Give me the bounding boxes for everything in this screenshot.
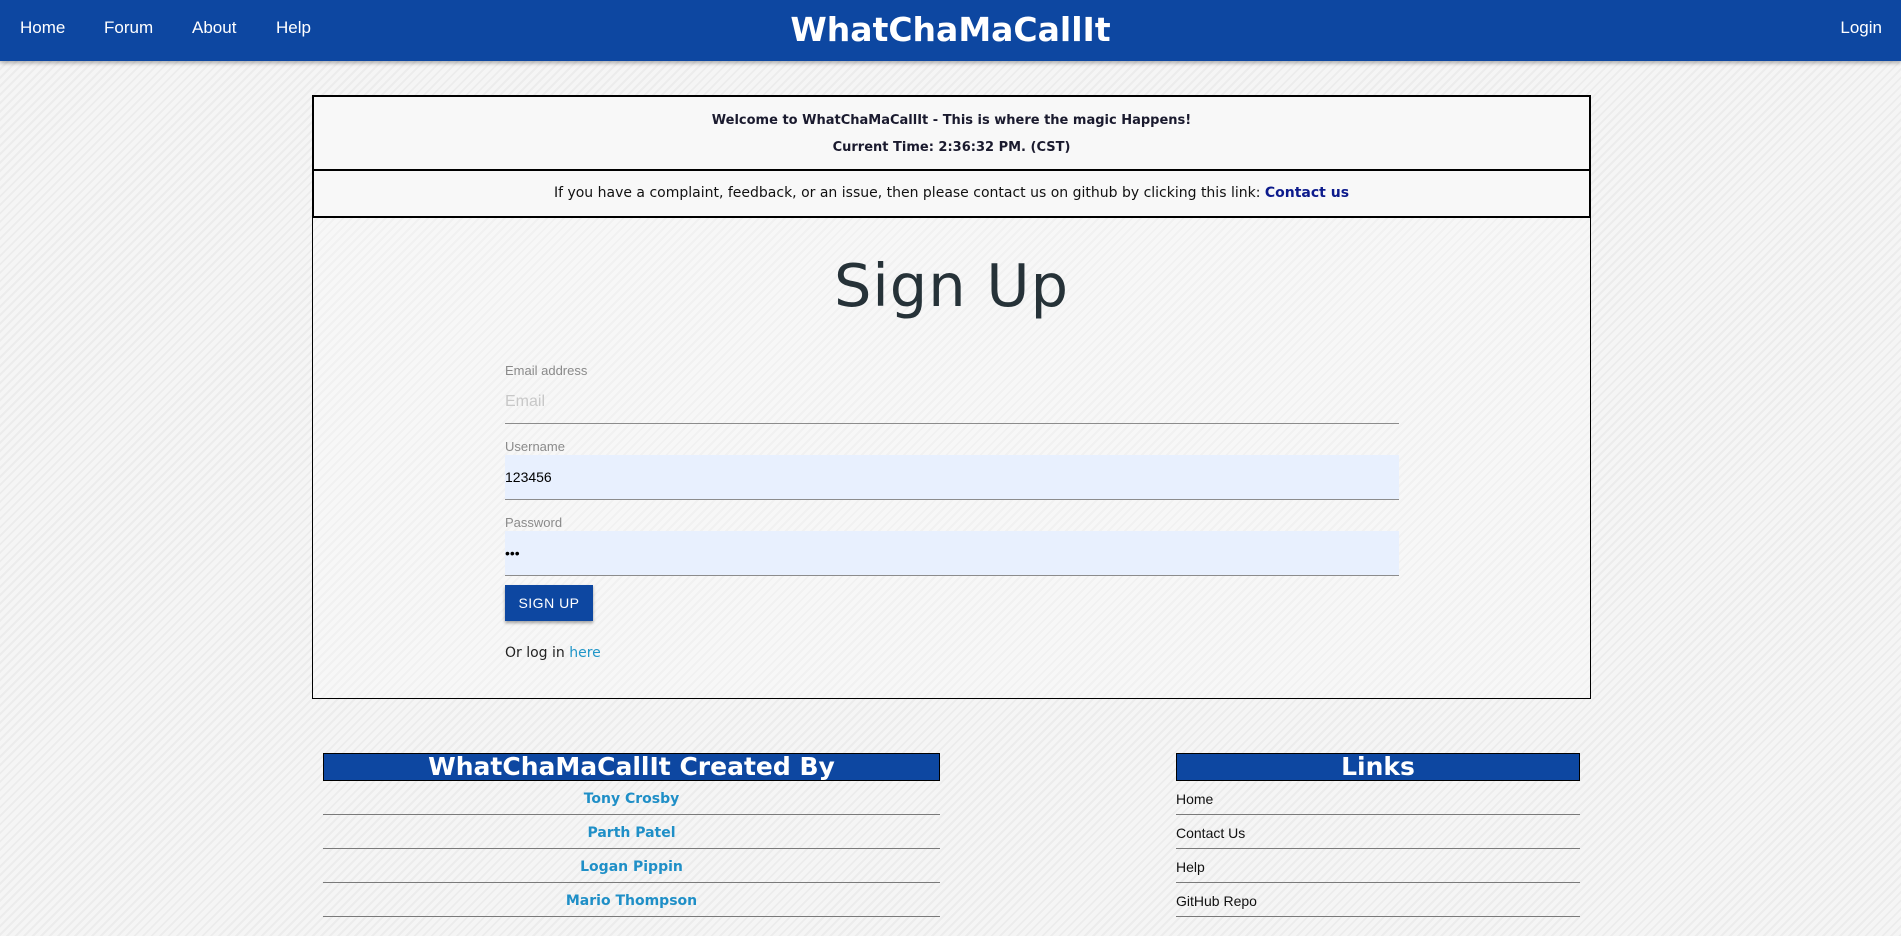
list-item: Mario Thompson bbox=[323, 883, 940, 917]
footer-github-link[interactable]: GitHub Repo bbox=[1176, 883, 1580, 919]
list-item: Home bbox=[1176, 781, 1580, 815]
links-section: Links Home Contact Us Help GitHub Repo bbox=[1176, 753, 1580, 917]
email-input[interactable] bbox=[505, 379, 1399, 424]
signup-form: Email address Username Password SIGN UP … bbox=[505, 363, 1399, 661]
list-item: GitHub Repo bbox=[1176, 883, 1580, 917]
current-time: Current Time: 2:36:32 PM. (CST) bbox=[832, 140, 1071, 155]
creator-link[interactable]: Parth Patel bbox=[323, 815, 940, 851]
email-label: Email address bbox=[505, 363, 588, 378]
password-input[interactable] bbox=[505, 531, 1399, 576]
nav-home-link[interactable]: Home bbox=[20, 0, 65, 61]
creator-link[interactable]: Tony Crosby bbox=[323, 781, 940, 817]
creators-section: WhatChaMaCallIt Created By Tony Crosby P… bbox=[323, 753, 940, 917]
footer-help-link[interactable]: Help bbox=[1176, 849, 1580, 885]
login-here-link[interactable]: here bbox=[569, 645, 601, 661]
contact-bar: If you have a complaint, feedback, or an… bbox=[312, 171, 1591, 218]
brand-logo-text[interactable]: WhatChaMaCallIt bbox=[790, 10, 1110, 49]
list-item: Parth Patel bbox=[323, 815, 940, 849]
footer-contact-link[interactable]: Contact Us bbox=[1176, 815, 1580, 851]
login-prompt: Or log in here bbox=[505, 645, 1399, 661]
welcome-banner: Welcome to WhatChaMaCallIt - This is whe… bbox=[312, 95, 1591, 171]
list-item: Tony Crosby bbox=[323, 781, 940, 815]
password-field-group: Password bbox=[505, 515, 1399, 576]
signup-title: Sign Up bbox=[833, 251, 1070, 320]
links-heading: Links bbox=[1176, 753, 1580, 781]
list-item: Help bbox=[1176, 849, 1580, 883]
signup-card: Sign Up Email address Username Password … bbox=[312, 218, 1591, 699]
creator-link[interactable]: Logan Pippin bbox=[323, 849, 940, 885]
nav-help-link[interactable]: Help bbox=[276, 0, 311, 61]
welcome-message: Welcome to WhatChaMaCallIt - This is whe… bbox=[711, 113, 1192, 128]
creators-heading: WhatChaMaCallIt Created By bbox=[323, 753, 940, 781]
list-item: Logan Pippin bbox=[323, 849, 940, 883]
footer-links-list: Home Contact Us Help GitHub Repo bbox=[1176, 781, 1580, 917]
footer-home-link[interactable]: Home bbox=[1176, 781, 1580, 817]
contact-us-link[interactable]: Contact us bbox=[1265, 185, 1349, 201]
login-prompt-text: Or log in bbox=[505, 645, 570, 661]
username-field-group: Username bbox=[505, 439, 1399, 500]
username-label: Username bbox=[505, 439, 565, 454]
email-field-group: Email address bbox=[505, 363, 1399, 424]
nav-about-link[interactable]: About bbox=[192, 0, 236, 61]
password-label: Password bbox=[505, 515, 563, 530]
top-navbar: Home Forum About Help WhatChaMaCallIt Lo… bbox=[0, 0, 1901, 61]
creators-list: Tony Crosby Parth Patel Logan Pippin Mar… bbox=[323, 781, 940, 917]
username-input[interactable] bbox=[505, 455, 1399, 500]
main-container: Welcome to WhatChaMaCallIt - This is whe… bbox=[312, 95, 1591, 699]
contact-text: If you have a complaint, feedback, or an… bbox=[553, 185, 1265, 201]
list-item: Contact Us bbox=[1176, 815, 1580, 849]
nav-forum-link[interactable]: Forum bbox=[104, 0, 153, 61]
creator-link[interactable]: Mario Thompson bbox=[323, 883, 940, 919]
nav-login-link[interactable]: Login bbox=[1840, 0, 1882, 61]
signup-button[interactable]: SIGN UP bbox=[505, 585, 593, 621]
